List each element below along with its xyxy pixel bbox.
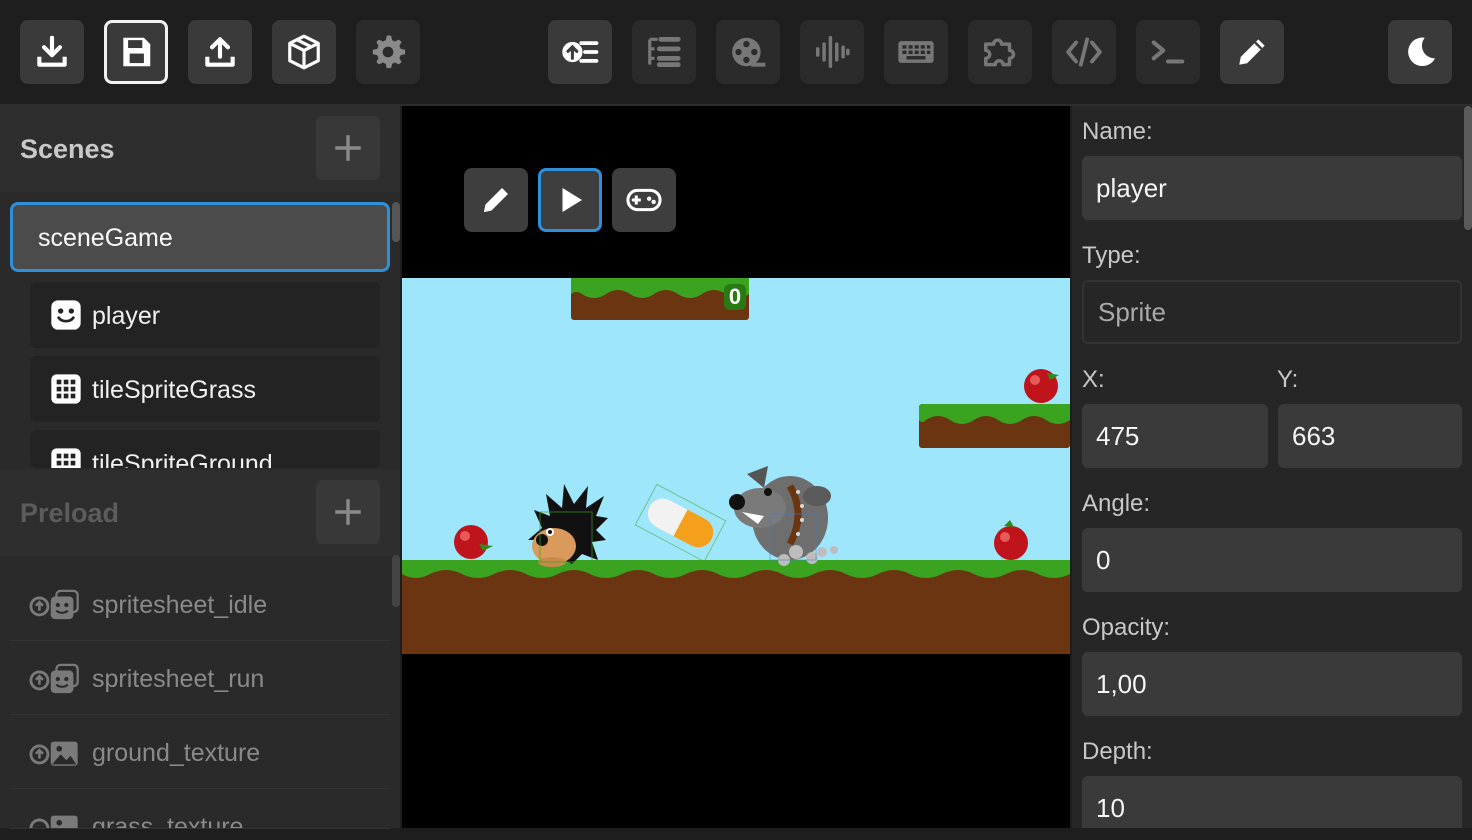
grid-icon xyxy=(51,374,81,404)
game-canvas[interactable]: 0 xyxy=(402,106,1070,828)
pencil-icon xyxy=(1239,39,1265,65)
grid-icon xyxy=(51,448,81,468)
animation-button[interactable] xyxy=(716,20,780,84)
object-item-player[interactable]: player xyxy=(30,282,380,348)
plus-icon xyxy=(335,135,361,161)
puzzle-icon xyxy=(984,38,1016,67)
name-field[interactable]: player xyxy=(1082,156,1462,220)
plugins-button[interactable] xyxy=(968,20,1032,84)
gamepad-button[interactable] xyxy=(612,168,676,232)
play-icon xyxy=(562,188,582,212)
properties-panel: Name: player Type: Sprite X: Y: 475 663 … xyxy=(1072,106,1472,828)
theme-toggle-button[interactable] xyxy=(1388,20,1452,84)
add-preload-button[interactable] xyxy=(316,480,380,544)
image-icon xyxy=(29,815,78,828)
preload-item-grass-texture[interactable]: grass_texture xyxy=(10,790,390,829)
preload-scrollbar[interactable] xyxy=(392,555,400,607)
add-scene-button[interactable] xyxy=(316,116,380,180)
package-icon xyxy=(288,34,320,70)
preload-item-label: spritesheet_run xyxy=(92,665,265,693)
x-label: X: xyxy=(1082,366,1105,393)
depth-label: Depth: xyxy=(1082,738,1153,765)
preload-assets-icon xyxy=(562,41,599,63)
upload-icon xyxy=(205,37,235,67)
y-label: Y: xyxy=(1277,366,1299,393)
object-item-tilespritegrass[interactable]: tileSpriteGrass xyxy=(30,356,380,422)
console-button[interactable] xyxy=(1136,20,1200,84)
preload-title: Preload xyxy=(20,498,120,528)
preload-header: Preload xyxy=(0,470,400,556)
scene-tree-button[interactable] xyxy=(632,20,696,84)
audio-wave-icon xyxy=(816,36,850,68)
settings-button[interactable] xyxy=(356,20,420,84)
depth-field[interactable]: 10 xyxy=(1082,776,1462,828)
gamepad-icon xyxy=(626,188,662,212)
smiley-icon xyxy=(51,300,81,330)
preload-item-spritesheet-run[interactable]: spritesheet_run xyxy=(10,642,390,715)
left-panel: Scenes sceneGame player tileSpriteGrass … xyxy=(0,106,400,829)
upload-button[interactable] xyxy=(188,20,252,84)
preload-panel-button[interactable] xyxy=(548,20,612,84)
pencil-icon xyxy=(484,188,508,212)
main-toolbar xyxy=(0,0,1472,106)
angle-field[interactable]: 0 xyxy=(1082,528,1462,592)
preload-item-ground-texture[interactable]: ground_texture xyxy=(10,716,390,789)
image-icon xyxy=(29,741,78,766)
scenes-scrollbar[interactable] xyxy=(392,202,400,242)
angle-label: Angle: xyxy=(1082,490,1151,517)
x-field[interactable]: 475 xyxy=(1082,404,1268,468)
save-button[interactable] xyxy=(104,20,168,84)
scenes-title: Scenes xyxy=(20,134,115,164)
code-icon xyxy=(1066,37,1102,67)
terminal-icon xyxy=(1151,40,1185,64)
apple-sprite xyxy=(454,525,493,559)
ground-tile xyxy=(402,568,1070,654)
download-button[interactable] xyxy=(20,20,84,84)
preload-item-label: ground_texture xyxy=(92,739,261,767)
player-sprite xyxy=(528,484,608,567)
opacity-label: Opacity: xyxy=(1082,614,1171,641)
apple-sprite xyxy=(1024,369,1059,403)
audio-button[interactable] xyxy=(800,20,864,84)
preload-item-label: spritesheet_idle xyxy=(92,591,268,619)
spritesheet-icon xyxy=(29,589,79,620)
edit-mode-button[interactable] xyxy=(1220,20,1284,84)
apple-sprite xyxy=(994,520,1028,560)
preload-item-spritesheet-idle[interactable]: spritesheet_idle xyxy=(10,568,390,641)
game-viewport[interactable]: 0 xyxy=(402,278,1070,654)
opacity-field[interactable]: 1,00 xyxy=(1082,652,1462,716)
moon-icon xyxy=(1408,37,1436,67)
score-counter: 0 xyxy=(728,284,742,309)
build-package-button[interactable] xyxy=(272,20,336,84)
type-field: Sprite xyxy=(1082,280,1462,344)
scenes-header: Scenes xyxy=(0,106,400,192)
input-keys-button[interactable] xyxy=(884,20,948,84)
save-icon xyxy=(123,37,151,67)
y-field[interactable]: 663 xyxy=(1278,404,1462,468)
code-editor-button[interactable] xyxy=(1052,20,1116,84)
scene-item-label: sceneGame xyxy=(38,224,173,252)
scene-item-scenegame[interactable]: sceneGame xyxy=(10,202,390,272)
object-item-label: tileSpriteGround xyxy=(92,450,273,468)
game-scene xyxy=(402,278,1070,654)
preload-item-label: grass_texture xyxy=(92,813,244,829)
gear-icon xyxy=(372,35,406,69)
download-icon xyxy=(37,35,67,67)
spritesheet-icon xyxy=(29,663,79,694)
name-label: Name: xyxy=(1082,118,1153,145)
object-item-label: player xyxy=(92,302,161,330)
pill-sprite xyxy=(634,483,727,563)
play-button[interactable] xyxy=(538,168,602,232)
type-label: Type: xyxy=(1082,242,1141,269)
properties-scrollbar[interactable] xyxy=(1464,106,1472,230)
keyboard-icon xyxy=(898,41,934,63)
plus-icon xyxy=(335,499,361,525)
object-item-label: tileSpriteGrass xyxy=(92,376,256,404)
object-item-tilespriteground[interactable]: tileSpriteGround xyxy=(30,430,380,468)
enemy-dog-sprite xyxy=(729,466,838,566)
tree-list-icon xyxy=(648,36,681,68)
film-reel-icon xyxy=(732,37,766,67)
edit-mode-canvas-button[interactable] xyxy=(464,168,528,232)
